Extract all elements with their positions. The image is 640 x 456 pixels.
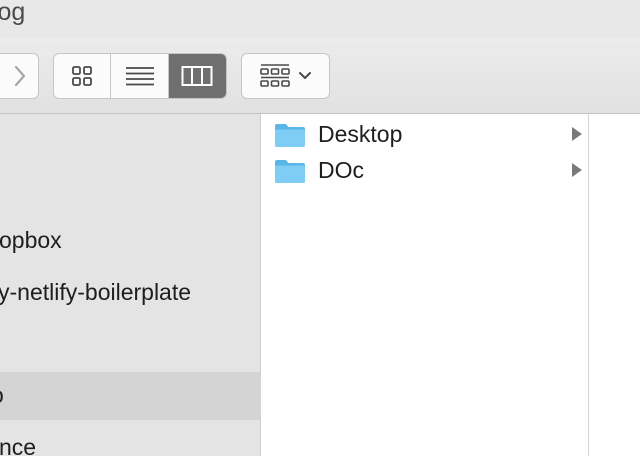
sidebar-item-label: opbox (0, 227, 62, 253)
columns-icon (181, 66, 213, 86)
sidebar-item-ance[interactable]: nce (0, 424, 261, 456)
list-item-doc[interactable]: DOc (262, 152, 589, 188)
icon-view-button[interactable] (54, 54, 112, 98)
column-view-button[interactable] (168, 54, 226, 98)
sidebar-item-blog[interactable]: o (0, 372, 261, 420)
sidebar-item-label: o (0, 382, 4, 409)
toolbar (0, 38, 640, 114)
sidebar-item-label: nce (0, 434, 37, 456)
sidebar: opbox y-netlify-boilerplate o nce (0, 114, 261, 456)
empty-column (590, 114, 640, 456)
disclosure-arrow-icon (572, 127, 582, 141)
sidebar-item-dropbox[interactable]: opbox (0, 217, 261, 265)
arrange-grid-icon (259, 64, 290, 87)
view-mode-group (53, 53, 227, 99)
arrange-button[interactable] (241, 53, 330, 99)
forward-button[interactable] (0, 53, 39, 99)
chevron-right-icon (14, 65, 25, 87)
sidebar-item-netlify-boilerplate[interactable]: y-netlify-boilerplate (0, 269, 261, 317)
folder-icon (275, 160, 305, 183)
folder-icon (275, 124, 305, 147)
list-item-desktop[interactable]: Desktop (262, 116, 589, 152)
folder-name: DOc (318, 157, 364, 183)
browser-column: Desktop DOc (262, 114, 589, 456)
list-view-button[interactable] (111, 54, 169, 98)
folder-name: Desktop (318, 121, 403, 147)
sidebar-item-label: y-netlify-boilerplate (0, 279, 192, 305)
grid-icon (72, 66, 93, 86)
disclosure-arrow-icon (572, 163, 582, 177)
window-title: blog (0, 0, 26, 26)
chevron-down-icon (298, 72, 311, 79)
list-icon (125, 67, 154, 86)
title-bar: blog (0, 0, 640, 38)
